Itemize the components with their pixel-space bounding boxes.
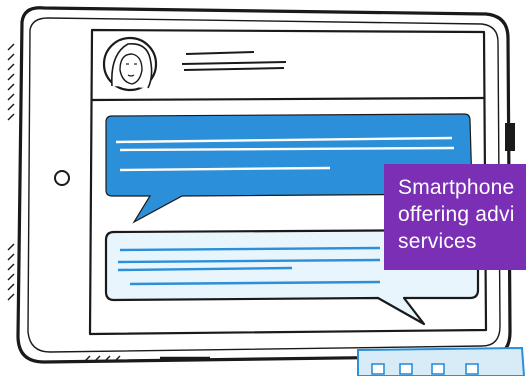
home-button-icon <box>54 170 70 186</box>
caption-text: Smartphone offering advi services <box>398 176 515 253</box>
side-button <box>505 123 515 151</box>
keyboard-icon <box>357 346 526 376</box>
caption-box: Smartphone offering advi services <box>384 164 526 270</box>
avatar <box>102 36 158 92</box>
